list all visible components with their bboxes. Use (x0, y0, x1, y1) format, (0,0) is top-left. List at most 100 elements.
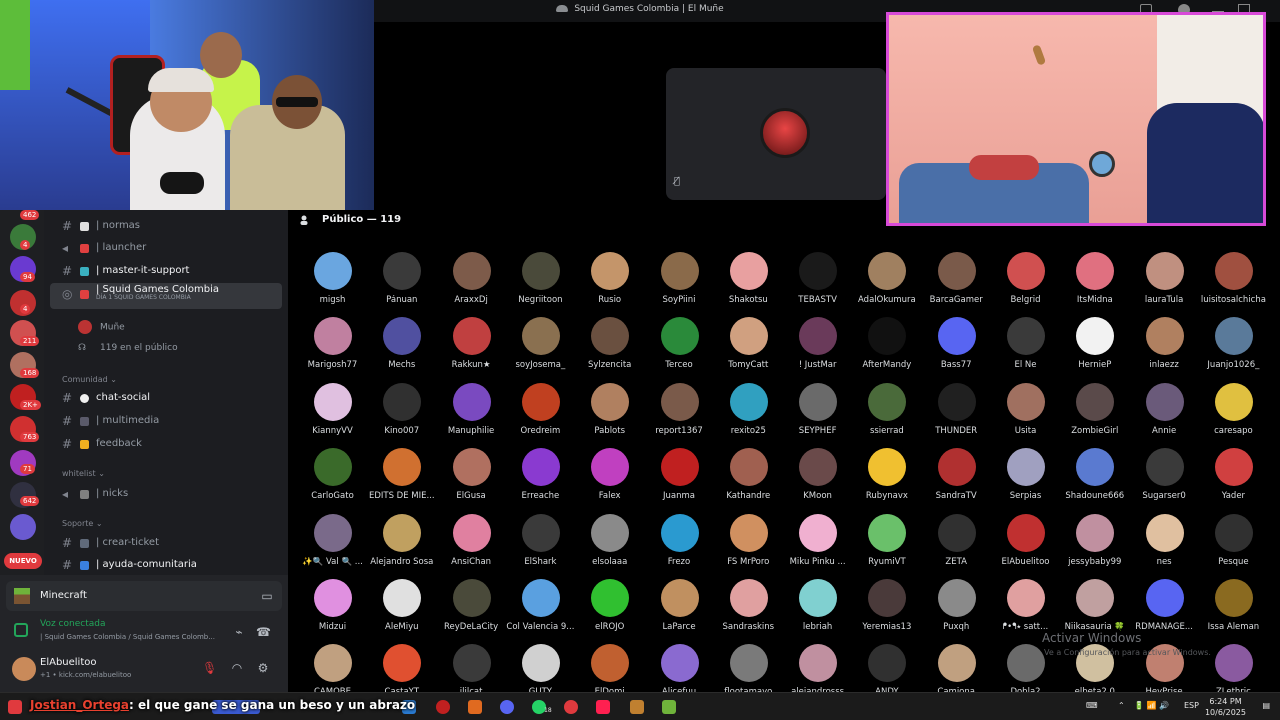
audience-member[interactable]: CAMOBE (298, 638, 367, 692)
audience-member[interactable]: Yeremias13 (852, 573, 921, 635)
audience-member[interactable]: Oredreim (506, 377, 575, 439)
audience-member[interactable]: Miku Pinku ... (783, 508, 852, 570)
audience-member[interactable]: ANDY (852, 638, 921, 692)
channel-crear-ticket[interactable]: # | crear-ticket (44, 532, 284, 554)
audience-member[interactable]: Sugarser0 (1130, 442, 1199, 504)
headphones-icon[interactable]: ◠ (230, 661, 244, 675)
audience-member[interactable]: elROJO (575, 573, 644, 635)
audience-member[interactable]: Issa Aleman (1199, 573, 1268, 635)
channel-normas[interactable]: # | normas (44, 215, 284, 237)
audience-member[interactable]: Rubynavx (852, 442, 921, 504)
audience-member[interactable]: RyumiVT (852, 508, 921, 570)
start-icon[interactable] (8, 700, 22, 714)
audience-member[interactable]: nes (1130, 508, 1199, 570)
keyboard-icon[interactable]: ⌨ (1086, 701, 1098, 710)
audience-member[interactable]: Pesque (1199, 508, 1268, 570)
audience-member[interactable]: ZLethric (1199, 638, 1268, 692)
audience-member[interactable]: Usita (991, 377, 1060, 439)
speaker-card[interactable]: 🎙̸ (666, 68, 886, 200)
audience-member[interactable]: TomyCatt (714, 311, 783, 373)
audience-member[interactable]: Juanjo1026_ (1199, 311, 1268, 373)
audience-member[interactable]: Pánuan (367, 246, 436, 308)
app-icon[interactable] (630, 700, 644, 714)
channel-squid-games-colombia[interactable]: ◎ | Squid Games Colombia DÍA 1 SQUID GAM… (50, 283, 282, 309)
category-soporte[interactable]: Soporte ⌄ (62, 519, 103, 528)
server-icon[interactable] (10, 514, 36, 540)
mic-muted-icon[interactable]: 🎙 (202, 661, 217, 675)
audience-member[interactable]: EDITS DE MIE... (367, 442, 436, 504)
audience-member[interactable]: Sylzencita (575, 311, 644, 373)
audience-member[interactable]: Niikasauria 🍀 (1060, 573, 1129, 635)
tray-chevron-icon[interactable]: ⌃ (1118, 701, 1125, 710)
audience-member[interactable]: ElShark (506, 508, 575, 570)
audience-member[interactable]: Kathandre (714, 442, 783, 504)
audience-member[interactable]: Mechs (367, 311, 436, 373)
screen-share-icon[interactable]: ▭ (260, 589, 274, 603)
minecraft-taskbar-icon[interactable] (662, 700, 676, 714)
audience-member[interactable]: Col Valencia 9... (506, 573, 575, 635)
audience-member[interactable]: Rakkun★ (437, 311, 506, 373)
audience-member[interactable]: AfterMandy (852, 311, 921, 373)
audience-member[interactable]: Pablots (575, 377, 644, 439)
opera-icon[interactable] (436, 700, 450, 714)
audience-member[interactable]: ZETA (922, 508, 991, 570)
audience-member[interactable]: lebriah (783, 573, 852, 635)
audience-member[interactable]: BarcaGamer (922, 246, 991, 308)
app-icon[interactable] (468, 700, 482, 714)
audience-member[interactable]: Shakotsu (714, 246, 783, 308)
audience-member[interactable]: ZombieGirl (1060, 377, 1129, 439)
audience-member[interactable]: SEYPHEF (783, 377, 852, 439)
audience-member[interactable]: migsh (298, 246, 367, 308)
audience-member[interactable]: Camiona (922, 638, 991, 692)
audience-member[interactable]: luisitosalchicha (1199, 246, 1268, 308)
audience-member[interactable]: AraxxDj (437, 246, 506, 308)
minimize-button[interactable] (1212, 4, 1224, 12)
audience-member[interactable]: HeyPrise (1130, 638, 1199, 692)
audience-member[interactable]: CastaYT (367, 638, 436, 692)
audience-member[interactable]: ᖰ•ᖳ⭑ satt... (991, 573, 1060, 635)
audience-member[interactable]: ! JustMar (783, 311, 852, 373)
audience-member[interactable]: Bass77 (922, 311, 991, 373)
audience-member[interactable]: Kino007 (367, 377, 436, 439)
audience-member[interactable]: Negriitoon (506, 246, 575, 308)
voice-user-mune[interactable]: Muñe (78, 320, 125, 334)
category-whitelist[interactable]: whitelist ⌄ (62, 469, 105, 478)
audience-member[interactable]: ElAbuelitoo (991, 508, 1060, 570)
audience-member[interactable]: ✨🔍 Val 🔍 ... (298, 508, 367, 570)
audience-member[interactable]: Marigosh77 (298, 311, 367, 373)
clock[interactable]: 6:24 PM 10/6/2025 (1205, 696, 1246, 718)
audience-member[interactable]: Yader (1199, 442, 1268, 504)
audience-member[interactable]: Serpias (991, 442, 1060, 504)
audience-member[interactable]: lauraTula (1130, 246, 1199, 308)
audience-member[interactable]: elbeta2.0 (1060, 638, 1129, 692)
notification-icon[interactable]: ▤ (1262, 701, 1270, 710)
audience-member[interactable]: Annie (1130, 377, 1199, 439)
audience-member[interactable]: GUTY (506, 638, 575, 692)
channel-nicks[interactable]: ◂ | nicks (44, 483, 284, 505)
category-comunidad[interactable]: Comunidad ⌄ (62, 375, 117, 384)
tiktok-icon[interactable] (596, 700, 610, 714)
audience-member[interactable]: soyJosema_ (506, 311, 575, 373)
audience-member[interactable]: report1367 (645, 377, 714, 439)
audience-member[interactable]: flootamayo (714, 638, 783, 692)
audience-member[interactable]: CarloGato (298, 442, 367, 504)
audience-member[interactable]: SandraTV (922, 442, 991, 504)
audience-member[interactable]: alejandrosss (783, 638, 852, 692)
channel-chat-social[interactable]: # chat-social (44, 387, 284, 409)
audience-member[interactable]: jessybaby99 (1060, 508, 1129, 570)
audience-member[interactable]: AleMiyu (367, 573, 436, 635)
audience-member[interactable]: ItsMidna (1060, 246, 1129, 308)
settings-gear-icon[interactable]: ⚙ (256, 661, 270, 675)
audience-member[interactable]: ElGusa (437, 442, 506, 504)
disconnect-icon[interactable]: ☎ (256, 625, 271, 639)
audience-member[interactable]: ssierrad (852, 377, 921, 439)
audience-member[interactable]: Manuphilie (437, 377, 506, 439)
channel-ayuda-comunitaria[interactable]: # | ayuda-comunitaria (44, 554, 284, 575)
audience-member[interactable]: ReyDeLaCity (437, 573, 506, 635)
audience-member[interactable]: SoyPiini (645, 246, 714, 308)
audience-member[interactable]: Shadoune666 (1060, 442, 1129, 504)
audience-member[interactable]: Frezo (645, 508, 714, 570)
audience-member[interactable]: inlaezz (1130, 311, 1199, 373)
language-indicator[interactable]: ESP (1184, 701, 1199, 710)
channel-feedback[interactable]: # feedback (44, 433, 284, 455)
